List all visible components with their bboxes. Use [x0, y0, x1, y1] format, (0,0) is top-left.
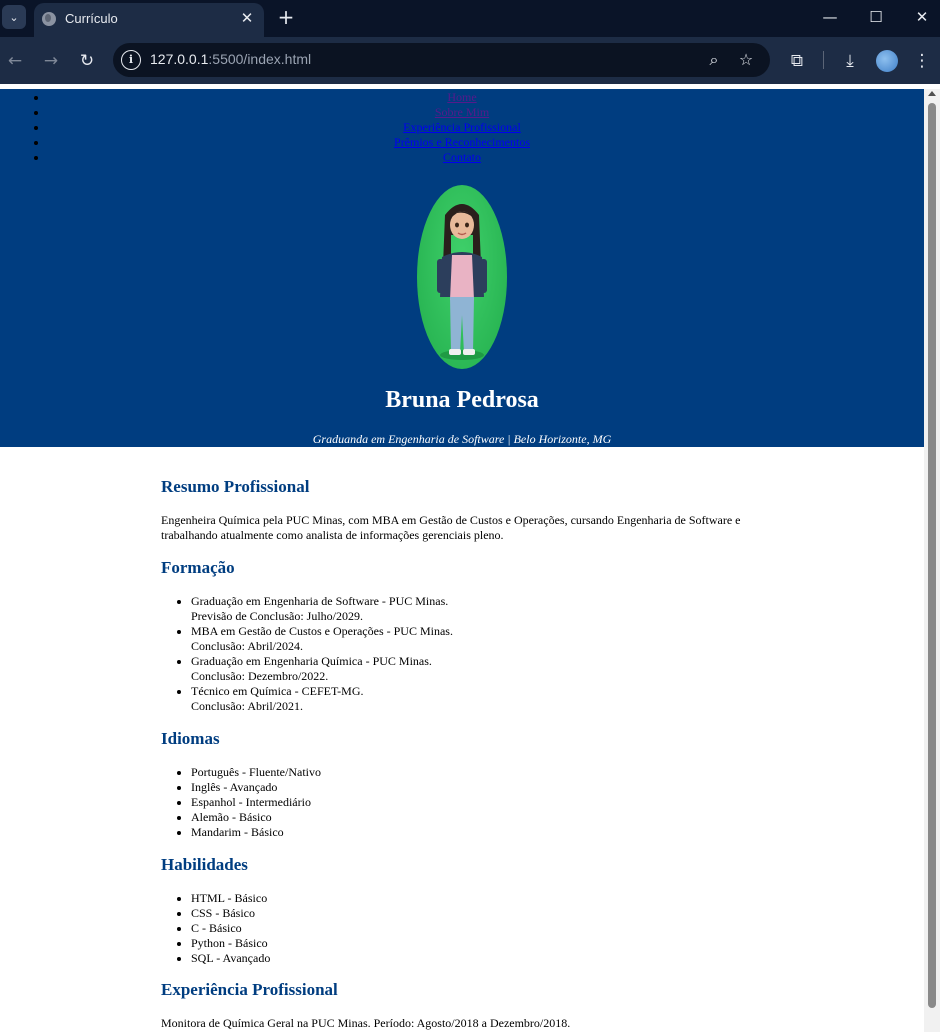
list-item: Graduação em Engenharia Química - PUC Mi…: [191, 654, 453, 684]
browser-toolbar: ← → ↻ i 127.0.0.1:5500/index.html ⌕ ☆ ⧉ …: [0, 37, 940, 84]
nav-item-home: Home: [0, 90, 924, 105]
address-bar[interactable]: i 127.0.0.1:5500/index.html ⌕ ☆: [113, 43, 770, 77]
page-header: Home Sobre Mim Experiência Profissional …: [0, 89, 924, 447]
list-item: Espanhol - Intermediário: [191, 795, 321, 810]
more-menu-icon[interactable]: ⋮: [910, 49, 934, 73]
experiencia-text: Monitora de Química Geral na PUC Minas. …: [161, 1016, 571, 1030]
hero-tagline: Graduanda em Engenharia de Software | Be…: [312, 432, 612, 446]
list-item: SQL - Avançado: [191, 951, 270, 966]
nav-item-premios: Prêmios e Reconhecimentos: [0, 135, 924, 150]
scroll-thumb[interactable]: [928, 103, 936, 1008]
list-item: HTML - Básico: [191, 891, 270, 906]
tab-title: Currículo: [65, 11, 118, 26]
section-title-formacao: Formação: [161, 558, 235, 577]
nav-link-contato[interactable]: Contato: [443, 150, 481, 164]
url-text[interactable]: 127.0.0.1:5500/index.html: [150, 51, 311, 67]
habilidades-list: HTML - Básico CSS - Básico C - Básico Py…: [161, 891, 270, 966]
nav-item-sobre-mim: Sobre Mim: [0, 105, 924, 120]
scroll-up-arrow-icon[interactable]: [928, 91, 936, 96]
section-title-habilidades: Habilidades: [161, 855, 248, 874]
vertical-scrollbar[interactable]: [924, 89, 940, 1032]
download-icon[interactable]: ⤓: [838, 49, 862, 73]
minimize-button[interactable]: —: [815, 6, 845, 28]
profile-avatar[interactable]: [876, 50, 898, 72]
list-item: CSS - Básico: [191, 906, 270, 921]
globe-icon: [42, 12, 56, 26]
tab-search-button[interactable]: ⌄: [2, 5, 26, 29]
reload-button[interactable]: ↻: [75, 49, 99, 73]
active-tab[interactable]: Currículo ✕: [34, 3, 264, 37]
avatar-illustration: [437, 204, 487, 360]
nav-item-contato: Contato: [0, 150, 924, 165]
nav-link-home[interactable]: Home: [447, 90, 476, 104]
section-title-experiencia: Experiência Profissional: [161, 980, 338, 999]
section-title-idiomas: Idiomas: [161, 729, 220, 748]
list-item: MBA em Gestão de Custos e Operações - PU…: [191, 624, 453, 654]
nav-item-experiencia: Experiência Profissional: [0, 120, 924, 135]
list-item: Graduação em Engenharia de Software - PU…: [191, 594, 453, 624]
close-tab-icon[interactable]: ✕: [238, 9, 256, 27]
zoom-icon[interactable]: ⌕: [703, 49, 725, 71]
nav-link-sobre-mim[interactable]: Sobre Mim: [435, 105, 489, 119]
list-item: C - Básico: [191, 921, 270, 936]
toolbar-divider: [823, 51, 824, 69]
list-item: Técnico em Química - CEFET-MG.Conclusão:…: [191, 684, 453, 714]
list-item: Alemão - Básico: [191, 810, 321, 825]
formacao-list: Graduação em Engenharia de Software - PU…: [161, 594, 453, 714]
list-item: Python - Básico: [191, 936, 270, 951]
resumo-text: Engenheira Química pela PUC Minas, com M…: [161, 513, 741, 542]
list-item: Mandarim - Básico: [191, 825, 321, 840]
hero-name: Bruna Pedrosa: [385, 387, 539, 413]
tab-strip: ⌄ Currículo ✕ + — ☐ ✕: [0, 0, 940, 37]
list-item: Português - Fluente/Nativo: [191, 765, 321, 780]
close-window-button[interactable]: ✕: [907, 6, 937, 28]
new-tab-button[interactable]: +: [276, 6, 296, 28]
maximize-button[interactable]: ☐: [861, 6, 891, 28]
page-viewport: Home Sobre Mim Experiência Profissional …: [0, 89, 924, 1032]
back-button[interactable]: ←: [3, 49, 27, 73]
nav-link-premios[interactable]: Prêmios e Reconhecimentos: [394, 135, 530, 149]
main-nav: Home Sobre Mim Experiência Profissional …: [0, 90, 924, 165]
nav-link-experiencia[interactable]: Experiência Profissional: [403, 120, 521, 134]
profile-photo: [417, 185, 507, 369]
forward-button[interactable]: →: [39, 49, 63, 73]
bookmark-star-icon[interactable]: ☆: [735, 49, 757, 71]
section-title-resumo: Resumo Profissional: [161, 477, 310, 496]
list-item: Inglês - Avançado: [191, 780, 321, 795]
idiomas-list: Português - Fluente/Nativo Inglês - Avan…: [161, 765, 321, 840]
extensions-icon[interactable]: ⧉: [785, 49, 809, 73]
site-info-icon[interactable]: i: [121, 50, 141, 70]
